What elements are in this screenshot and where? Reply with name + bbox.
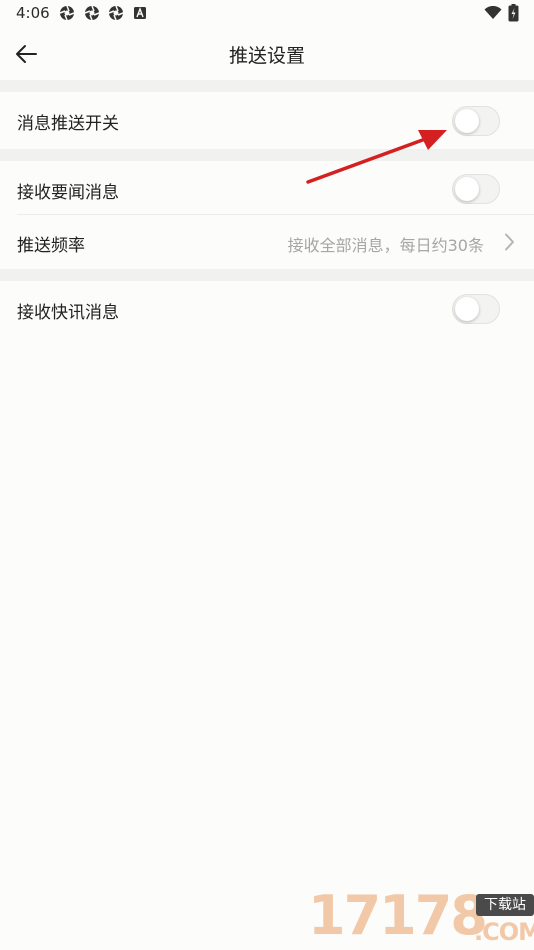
battery-icon (508, 4, 519, 22)
frequency-value: 接收全部消息，每日约30条 (287, 236, 484, 255)
watermark-digits: 17178 (308, 884, 488, 947)
row-label: 推送频率 (17, 236, 85, 256)
annotation-arrow-icon (306, 130, 447, 184)
aperture-icon (108, 5, 124, 21)
watermark-logo: 17178 下载站 .COM (308, 882, 534, 950)
status-time: 4:06 (16, 4, 50, 22)
wifi-icon (484, 6, 502, 19)
status-bar: 4:06 (0, 0, 534, 28)
row-label: 接收要闻消息 (17, 183, 119, 203)
a-badge-icon (134, 7, 146, 19)
title-bar: 推送设置 (0, 28, 534, 80)
row-label: 消息推送开关 (17, 114, 119, 134)
section-gap (0, 269, 534, 281)
aperture-icon (59, 5, 75, 21)
screen: 4:06 推送设置 消息推送开关 接收要闻消息 推送频率 接收全部消息，每日约3… (0, 0, 534, 950)
watermark-suffix: .COM (474, 918, 534, 946)
flash-news-toggle[interactable] (452, 294, 500, 324)
row-push-frequency[interactable]: 推送频率 接收全部消息，每日约30条 (0, 215, 534, 269)
watermark-badge: 下载站 (476, 894, 534, 916)
page-title: 推送设置 (228, 45, 305, 67)
chevron-right-icon (505, 233, 514, 251)
toggle-knob (455, 297, 479, 321)
aperture-icon (84, 5, 100, 21)
row-label: 接收快讯消息 (17, 303, 119, 323)
row-flash-news[interactable]: 接收快讯消息 (0, 281, 534, 337)
section-gap (0, 80, 534, 92)
